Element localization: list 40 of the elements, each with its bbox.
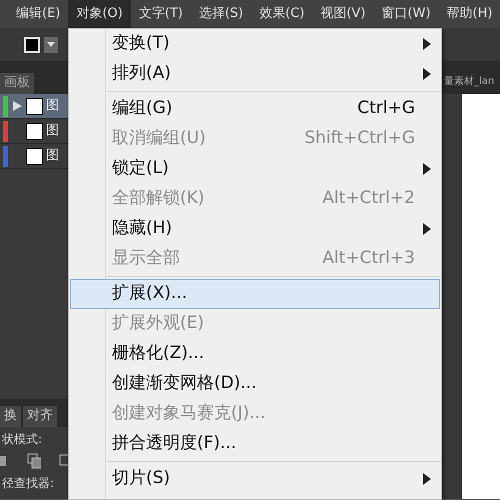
shortcut-text: Ctrl+G (357, 97, 415, 120)
menu-item[interactable]: 拼合透明度(F)... (70, 429, 440, 459)
panel-tab[interactable]: 画板 (0, 72, 34, 94)
menu-bar-item[interactable]: 对象(O) (68, 0, 131, 28)
panel-tab[interactable]: 对齐 (23, 406, 57, 427)
layer-row[interactable]: 图 (0, 144, 68, 169)
menu-bar-item[interactable]: 窗口(W) (374, 0, 439, 28)
shape-mode-icon[interactable] (26, 453, 41, 469)
layer-thumbnail (26, 148, 43, 164)
layer-row[interactable]: 图 (0, 119, 68, 144)
shortcut-text: Alt+Ctrl+3 (322, 247, 415, 270)
menu-item[interactable]: 切片(S) (70, 464, 440, 494)
layer-name: 图 (46, 122, 59, 140)
menu-bar-item[interactable]: 选择(S) (190, 0, 252, 28)
menu-item[interactable]: 变换(T) (70, 29, 440, 59)
menu-item[interactable]: 栅格化(Z)... (70, 339, 440, 369)
menu-bar-item[interactable]: 文字(T) (130, 0, 191, 28)
fill-swatch[interactable] (24, 36, 40, 52)
panel-tab[interactable]: 换 (0, 406, 21, 427)
section-label: 径查找器: (1, 475, 56, 492)
layer-name: 图 (46, 147, 59, 166)
menu-item[interactable]: 锁定(L) (70, 154, 440, 184)
layer-thumbnail (26, 122, 43, 140)
menu-item[interactable]: 扩展(X)... (70, 279, 440, 309)
shape-mode-icon[interactable] (0, 453, 9, 467)
layer-thumbnail (26, 98, 43, 114)
menu-item[interactable]: 排列(A) (70, 59, 440, 89)
menu-bar-item[interactable]: 编辑(E) (8, 0, 68, 28)
layer-row[interactable]: 图 (0, 94, 68, 119)
menu-item[interactable]: 隐藏(H) (70, 214, 440, 244)
menu-item[interactable]: 创建渐变网格(D)... (70, 369, 440, 399)
section-label: 状模式: (1, 431, 44, 448)
shortcut-text: Alt+Ctrl+2 (322, 187, 415, 210)
layer-name: 图 (46, 97, 59, 116)
menu-bar-item[interactable]: 视图(V) (312, 0, 374, 28)
menu-bar-item[interactable]: 效果(C) (251, 0, 312, 28)
shortcut-text: Shift+Ctrl+G (304, 127, 415, 150)
expand-triangle-icon[interactable] (11, 100, 23, 112)
menu-item[interactable]: 编组(G) Ctrl+G (70, 94, 440, 124)
menu-bar-item[interactable]: 帮助(H) (438, 0, 500, 28)
